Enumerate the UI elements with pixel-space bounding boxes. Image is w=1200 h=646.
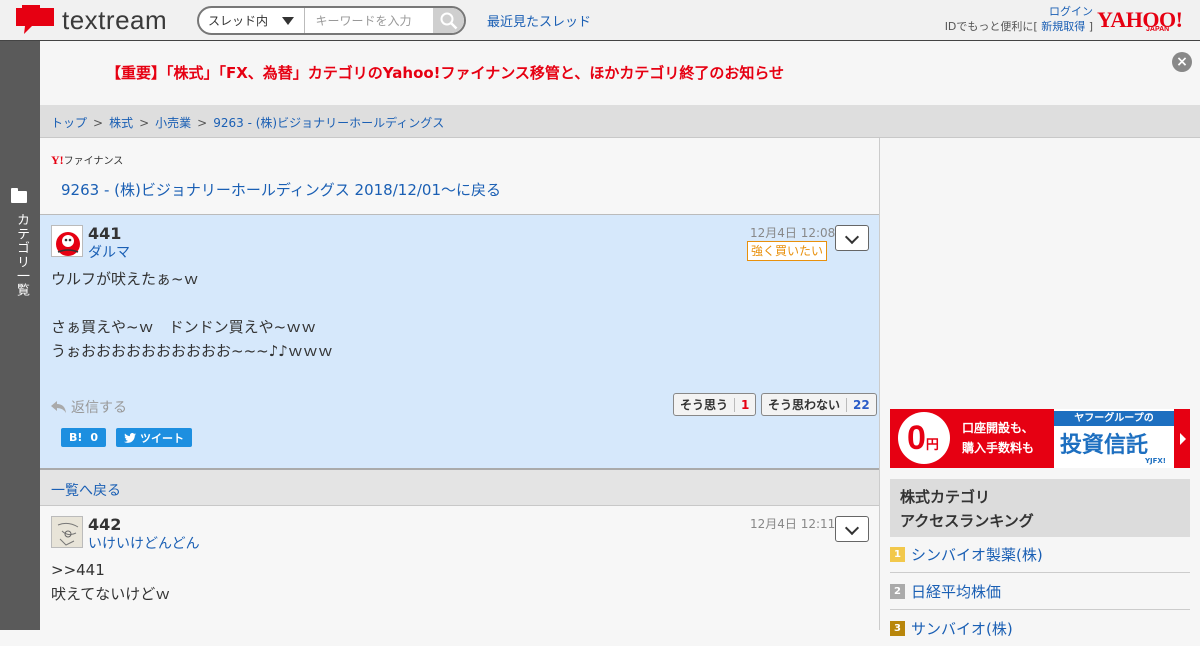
avatar[interactable] <box>51 225 83 257</box>
ad-zero: 0 <box>907 419 926 457</box>
tweet-label: ツイート <box>140 431 184 445</box>
investment-trust-ad[interactable]: 0円 口座開設も、 購入手数料も ヤフーグループの 投資信託 YJFX! <box>890 409 1190 468</box>
rank-number: 3 <box>890 620 905 636</box>
avatar[interactable] <box>51 516 83 548</box>
daruma-avatar-icon <box>56 232 80 256</box>
disagree-label: そう思わない <box>768 398 841 412</box>
ad-text: 口座開設も、 購入手数料も <box>962 418 1034 458</box>
login-link[interactable]: ログイン <box>1049 5 1093 18</box>
category-sidebar[interactable]: カテゴリ一覧 <box>0 41 40 630</box>
search-box: スレッド内 <box>197 6 466 35</box>
post-menu-button[interactable] <box>835 225 869 251</box>
category-list-label: カテゴリ一覧 <box>14 213 29 297</box>
post-body-line: >>441 <box>51 561 105 579</box>
post-number[interactable]: 441 <box>88 224 121 243</box>
breadcrumb-separator: > <box>139 116 150 130</box>
hatena-icon: B! <box>69 431 83 444</box>
sketch-avatar-icon <box>57 522 79 546</box>
post-time: 12月4日 12:08 <box>750 226 836 240</box>
id-prefix: IDでもっと便利に[ <box>944 20 1038 33</box>
search-button[interactable] <box>433 8 464 33</box>
logo-text: textream <box>62 4 168 35</box>
login-area: ログイン IDでもっと便利に[ 新規取得 ] <box>945 4 1093 34</box>
agree-count: 1 <box>734 397 749 412</box>
ad-main: 投資信託 <box>1060 433 1149 458</box>
reply-button[interactable]: 返信する <box>51 397 127 417</box>
breadcrumb-top[interactable]: トップ <box>51 116 87 130</box>
ranking-item[interactable]: 3 サンバイオ(株) <box>890 610 1190 646</box>
close-icon[interactable]: × <box>1172 52 1192 72</box>
post-441: 441 ダルマ 12月4日 12:08 強く買いたい ウルフが吠えたぁ~ｗ さぁ… <box>40 214 879 470</box>
id-suffix: ] <box>1088 20 1093 33</box>
folder-icon <box>11 188 27 203</box>
disagree-button[interactable]: そう思わない 22 <box>761 393 877 416</box>
breadcrumb-separator: > <box>197 116 208 130</box>
disagree-count: 22 <box>846 397 870 412</box>
breadcrumb-separator: > <box>93 116 104 130</box>
back-to-list-link[interactable]: 一覧へ戻る <box>40 470 879 506</box>
ad-right-panel: ヤフーグループの 投資信託 YJFX! <box>1054 409 1174 468</box>
rank-name: 日経平均株価 <box>911 583 1002 601</box>
back-to-thread-link[interactable]: 9263 - (株)ビジョナリーホールディングス 2018/12/01〜に戻る <box>61 179 501 200</box>
search-icon <box>440 12 458 29</box>
finance-logo-text: ファイナンス <box>63 156 124 167</box>
yahoo-finance-logo[interactable]: Y!ファイナンス <box>51 152 123 168</box>
ad-brand: YJFX! <box>1144 457 1166 465</box>
post-442: 442 いけいけどんどん 12月4日 12:11 >>441 吠えてないけどｗ <box>40 506 879 630</box>
sentiment-badge: 強く買いたい <box>747 241 827 261</box>
thread-main: Y!ファイナンス 9263 - (株)ビジョナリーホールディングス 2018/1… <box>40 138 880 630</box>
rank-number: 2 <box>890 584 905 599</box>
finance-logo-y: Y! <box>51 153 64 167</box>
search-scope-label: スレッド内 <box>208 14 269 28</box>
ranking-header: 株式カテゴリ アクセスランキング <box>890 479 1190 537</box>
speech-bubble-icon <box>16 5 54 34</box>
post-body-line: うぉおおおおおおおおおお~~~♪♪ｗｗｗ <box>51 342 333 360</box>
breadcrumb-stocks[interactable]: 株式 <box>109 116 133 130</box>
ranking-item[interactable]: 2 日経平均株価 <box>890 574 1190 610</box>
tweet-button[interactable]: ツイート <box>116 428 192 447</box>
yahoo-logo[interactable]: YAHOO! <box>1097 9 1183 31</box>
search-scope-select[interactable]: スレッド内 <box>199 8 306 33</box>
register-link[interactable]: 新規取得 <box>1041 20 1085 33</box>
textream-logo[interactable]: textream <box>14 4 167 36</box>
ranking-title-2: アクセスランキング <box>900 512 1034 530</box>
post-user-link[interactable]: いけいけどんどん <box>88 533 200 553</box>
notice-banner: 【重要】「株式」「FX、為替」カテゴリのYahoo!ファイナンス移管と、ほかカテ… <box>40 41 1200 105</box>
site-header: textream スレッド内 最近見たスレッド ログイン IDでもっと便利に[ … <box>0 0 1200 41</box>
recent-threads-link[interactable]: 最近見たスレッド <box>487 11 591 30</box>
reply-icon <box>51 401 66 413</box>
ranking-title-1: 株式カテゴリ <box>900 488 991 506</box>
agree-label: そう思う <box>680 398 729 412</box>
ranking-item[interactable]: 1 シンバイオ製薬(株) <box>890 537 1190 573</box>
triangle-down-icon <box>282 17 295 25</box>
breadcrumb: トップ > 株式 > 小売業 >9263 - (株)ビジョナリーホールディングス <box>40 105 1200 138</box>
twitter-icon <box>124 432 136 443</box>
ad-zero-yen: 0円 <box>898 412 950 464</box>
reply-label: 返信する <box>71 400 127 416</box>
post-user-link[interactable]: ダルマ <box>88 242 130 262</box>
post-body-line: 吠えてないけどｗ <box>51 585 171 603</box>
ad-line1: 口座開設も、 <box>962 421 1034 435</box>
ad-yen: 円 <box>925 437 939 452</box>
notice-link[interactable]: 【重要】「株式」「FX、為替」カテゴリのYahoo!ファイナンス移管と、ほかカテ… <box>40 62 850 83</box>
triangle-right-icon <box>1180 433 1186 445</box>
yahoo-logo-sub: JAPAN <box>1146 26 1170 33</box>
hatena-count: 0 <box>90 431 99 444</box>
post-menu-button[interactable] <box>835 516 869 542</box>
hatena-bookmark-button[interactable]: B! 0 <box>61 428 107 447</box>
rank-name: シンバイオ製薬(株) <box>911 546 1043 564</box>
post-time: 12月4日 12:11 <box>750 517 836 531</box>
ad-line2: 購入手数料も <box>962 441 1035 455</box>
rank-number: 1 <box>890 547 905 562</box>
post-body-line: さぁ買えや~ｗ ドンドン買えや~ｗｗ <box>51 318 317 336</box>
post-number[interactable]: 442 <box>88 515 121 534</box>
ad-top: ヤフーグループの <box>1054 411 1174 426</box>
breadcrumb-company[interactable]: 9263 - (株)ビジョナリーホールディングス <box>213 116 444 130</box>
agree-button[interactable]: そう思う 1 <box>673 393 757 416</box>
post-body-line: ウルフが吠えたぁ~ｗ <box>51 270 199 288</box>
breadcrumb-retail[interactable]: 小売業 <box>155 116 191 130</box>
rank-name: サンバイオ(株) <box>911 619 1013 638</box>
search-input[interactable] <box>305 8 434 33</box>
